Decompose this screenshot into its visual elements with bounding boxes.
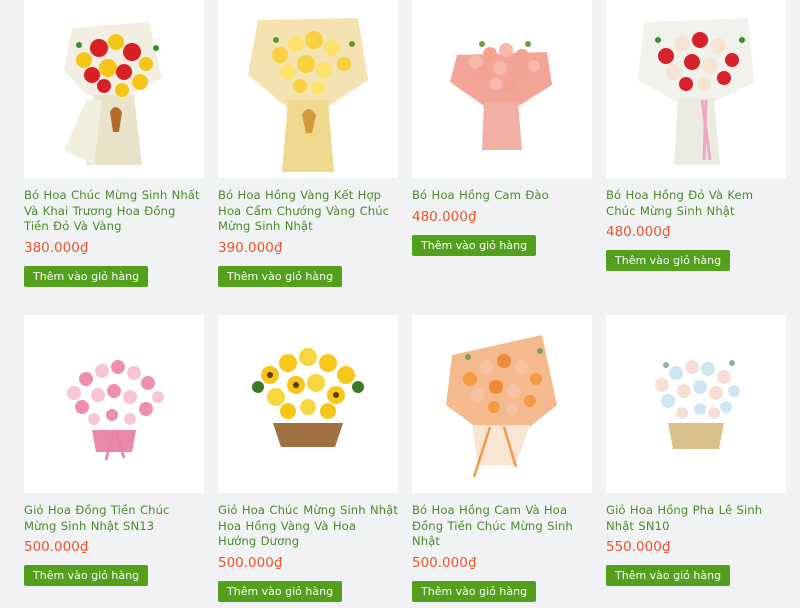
product-title[interactable]: Bó Hoa Hồng Cam Và Hoa Đồng Tiền Chúc Mừ…: [412, 503, 592, 550]
product-image[interactable]: [606, 0, 786, 178]
add-to-cart-button[interactable]: Thêm vào giỏ hàng: [606, 250, 731, 271]
product-title[interactable]: Giỏ Hoa Chúc Mừng Sinh Nhật Hoa Hồng Vàn…: [218, 503, 398, 550]
product-image[interactable]: [218, 315, 398, 493]
product-price: 380.000₫: [24, 239, 89, 256]
product-card: Bó Hoa Hồng Cam Đào 480.000₫ Thêm vào gi…: [412, 0, 592, 256]
product-card: Giỏ Hoa Hồng Pha Lê Sinh Nhật SN10 550.0…: [606, 315, 786, 586]
add-to-cart-button[interactable]: Thêm vào giỏ hàng: [412, 234, 537, 256]
product-image[interactable]: [412, 315, 592, 493]
product-grid: Bó Hoa Chúc Mừng Sinh Nhất Và Khai Trươn…: [0, 0, 800, 608]
add-to-cart-button[interactable]: Thêm vào giỏ hàng: [218, 265, 343, 287]
product-image[interactable]: [24, 0, 204, 178]
product-price: 390.000₫: [218, 239, 283, 256]
product-price: 500.000₫: [24, 539, 89, 555]
product-price: 550.000₫: [606, 539, 671, 555]
product-image[interactable]: [218, 0, 398, 178]
product-title[interactable]: Bó Hoa Chúc Mừng Sinh Nhất Và Khai Trươn…: [24, 188, 204, 235]
product-price: 480.000₫: [606, 224, 671, 240]
product-title[interactable]: Giỏ Hoa Hồng Pha Lê Sinh Nhật SN10: [606, 503, 786, 534]
product-price: 480.000₫: [412, 208, 477, 225]
product-card: Giỏ Hoa Chúc Mừng Sinh Nhật Hoa Hồng Vàn…: [218, 315, 398, 602]
product-card: Bó Hoa Hồng Vàng Kết Hợp Hoa Cẩm Chướng …: [218, 0, 398, 287]
product-image[interactable]: [24, 315, 204, 493]
product-title[interactable]: Giỏ Hoa Đồng Tiền Chúc Mừng Sinh Nhật SN…: [24, 503, 204, 534]
add-to-cart-button[interactable]: Thêm vào giỏ hàng: [24, 565, 149, 586]
product-card: Bó Hoa Chúc Mừng Sinh Nhất Và Khai Trươn…: [24, 0, 204, 287]
product-image[interactable]: [606, 315, 786, 493]
product-price: 500.000₫: [412, 554, 477, 571]
product-price: 500.000₫: [218, 554, 283, 571]
product-card: Bó Hoa Hồng Cam Và Hoa Đồng Tiền Chúc Mừ…: [412, 315, 592, 602]
product-title[interactable]: Bó Hoa Hồng Đỏ Và Kem Chúc Mừng Sinh Nhậ…: [606, 188, 786, 219]
add-to-cart-button[interactable]: Thêm vào giỏ hàng: [412, 580, 537, 602]
product-image[interactable]: [412, 0, 592, 178]
product-title[interactable]: Bó Hoa Hồng Cam Đào: [412, 188, 592, 204]
product-card: Giỏ Hoa Đồng Tiền Chúc Mừng Sinh Nhật SN…: [24, 315, 204, 586]
add-to-cart-button[interactable]: Thêm vào giỏ hàng: [606, 565, 731, 586]
add-to-cart-button[interactable]: Thêm vào giỏ hàng: [24, 265, 149, 287]
product-card: Bó Hoa Hồng Đỏ Và Kem Chúc Mừng Sinh Nhậ…: [606, 0, 786, 271]
product-title[interactable]: Bó Hoa Hồng Vàng Kết Hợp Hoa Cẩm Chướng …: [218, 188, 398, 235]
add-to-cart-button[interactable]: Thêm vào giỏ hàng: [218, 580, 343, 602]
